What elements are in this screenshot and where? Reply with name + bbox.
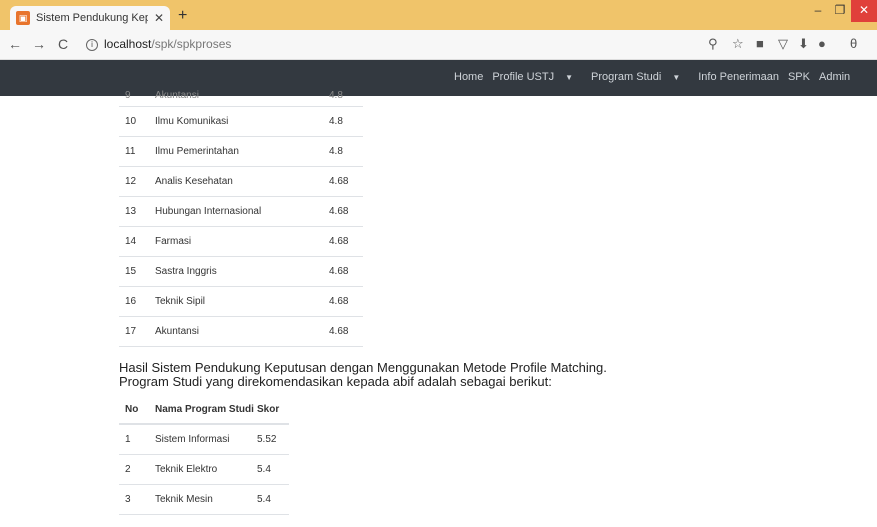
table-row: 9 Akuntansi 4.8	[119, 86, 363, 107]
tab-title: Sistem Pendukung Keputusan Pr	[36, 12, 148, 24]
new-tab-icon[interactable]: +	[178, 7, 187, 25]
cell-no: 12	[119, 166, 155, 197]
result-heading: Hasil Sistem Pendukung Keputusan dengan …	[119, 361, 607, 389]
table-row: 13 Hubungan Internasional 4.68	[119, 196, 363, 227]
nav-admin[interactable]: Admin	[819, 71, 850, 83]
cell-score: 4.68	[329, 196, 363, 227]
address-bar[interactable]: i localhost/spk/spkproses	[86, 37, 231, 51]
ranking-table: 9 Akuntansi 4.8 10 Ilmu Komunikasi 4.8 1…	[119, 86, 363, 347]
cell-score: 4.68	[329, 166, 363, 197]
cell-no: 2	[119, 454, 155, 485]
table-row: 12 Analis Kesehatan 4.68	[119, 166, 363, 197]
browser-tabstrip: ▣ Sistem Pendukung Keputusan Pr ✕ + – ❐ …	[0, 0, 877, 30]
shield-extension-icon[interactable]: ▽	[778, 36, 788, 52]
table-row: 1 Sistem Informasi 5.52	[119, 424, 289, 455]
cell-score: 4.68	[329, 316, 363, 347]
table-row: 11 Ilmu Pemerintahan 4.8	[119, 136, 363, 167]
window-close-icon[interactable]: ✕	[851, 0, 877, 22]
cell-name: Hubungan Internasional	[155, 196, 329, 227]
reload-icon[interactable]: C	[58, 36, 68, 52]
cell-no: 3	[119, 484, 155, 515]
cell-name: Farmasi	[155, 226, 329, 257]
site-favicon-icon: ▣	[16, 11, 30, 25]
nav-spk[interactable]: SPK	[788, 71, 810, 83]
cell-no: 14	[119, 226, 155, 257]
cell-score: 4.68	[329, 256, 363, 287]
url-host: localhost	[104, 37, 152, 51]
extension-icon[interactable]: ■	[756, 36, 764, 51]
caret-down-icon: ▼	[672, 73, 681, 82]
forward-icon[interactable]: →	[32, 36, 46, 52]
url-path: /spk/spkproses	[151, 37, 232, 51]
header-score: Skor	[257, 396, 289, 425]
nav-links: Home Profile USTJ ▼ Program Studi ▼ Info P…	[454, 71, 859, 83]
table-row: 10 Ilmu Komunikasi 4.8	[119, 106, 363, 137]
cell-name: Sistem Informasi	[155, 424, 257, 455]
tab-close-icon[interactable]: ✕	[154, 11, 164, 25]
cell-no: 9	[119, 86, 155, 107]
cell-name: Teknik Sipil	[155, 286, 329, 317]
nav-program-label: Program Studi	[591, 71, 662, 83]
download-icon[interactable]: ⬇	[798, 36, 809, 52]
table-row: 17 Akuntansi 4.68	[119, 316, 363, 347]
cell-no: 17	[119, 316, 155, 347]
cell-score: 4.68	[329, 226, 363, 257]
header-name: Nama Program Studi	[155, 396, 257, 425]
window-controls: – ❐ ✕	[807, 0, 877, 22]
result-line-2: Program Studi yang direkomendasikan kepa…	[119, 374, 552, 389]
cell-no: 16	[119, 286, 155, 317]
back-icon[interactable]: ←	[8, 36, 22, 52]
profile-icon[interactable]: θ	[850, 36, 857, 51]
cell-score: 5.52	[257, 424, 289, 455]
nav-profile-ustj[interactable]: Profile USTJ ▼	[492, 71, 582, 83]
header-no: No	[119, 396, 155, 425]
table-row: 2 Teknik Elektro 5.4	[119, 454, 289, 485]
browser-toolbar: ← → C i localhost/spk/spkproses ⚲ ☆ ■ ▽ ⬇…	[0, 30, 877, 60]
cell-no: 15	[119, 256, 155, 287]
cell-name: Ilmu Pemerintahan	[155, 136, 329, 167]
table-row: 3 Teknik Mesin 5.4	[119, 484, 289, 515]
cell-name: Akuntansi	[155, 316, 329, 347]
cell-score: 4.8	[329, 136, 363, 167]
cell-score: 5.4	[257, 484, 289, 515]
table-row: 15 Sastra Inggris 4.68	[119, 256, 363, 287]
cell-score: 4.68	[329, 286, 363, 317]
cell-no: 10	[119, 106, 155, 137]
cell-score: 5.4	[257, 454, 289, 485]
cell-score: 4.8	[329, 86, 363, 107]
cell-no: 1	[119, 424, 155, 455]
site-info-icon[interactable]: i	[86, 38, 98, 51]
cell-no: 11	[119, 136, 155, 167]
table-row: 16 Teknik Sipil 4.68	[119, 286, 363, 317]
restore-icon[interactable]: ❐	[829, 0, 851, 22]
nav-program-studi[interactable]: Program Studi ▼	[591, 71, 689, 83]
table-header-row: No Nama Program Studi Skor	[119, 396, 289, 425]
minimize-icon[interactable]: –	[807, 0, 829, 22]
cell-name: Ilmu Komunikasi	[155, 106, 329, 137]
cell-name: Akuntansi	[155, 86, 329, 107]
table-row: 14 Farmasi 4.68	[119, 226, 363, 257]
cell-name: Teknik Elektro	[155, 454, 257, 485]
nav-home[interactable]: Home	[454, 71, 483, 83]
browser-tab[interactable]: ▣ Sistem Pendukung Keputusan Pr ✕	[10, 6, 170, 30]
globe-extension-icon[interactable]: ●	[818, 36, 826, 51]
caret-down-icon: ▼	[565, 73, 574, 82]
cell-score: 4.8	[329, 106, 363, 137]
recommendation-table: No Nama Program Studi Skor 1 Sistem Info…	[119, 396, 289, 515]
bookmark-star-icon[interactable]: ☆	[732, 36, 744, 52]
nav-profile-label: Profile USTJ	[492, 71, 555, 83]
cell-name: Sastra Inggris	[155, 256, 329, 287]
nav-info-penerimaan[interactable]: Info Penerimaan	[698, 71, 779, 83]
cell-name: Analis Kesehatan	[155, 166, 329, 197]
zoom-icon[interactable]: ⚲	[708, 36, 718, 52]
cell-name: Teknik Mesin	[155, 484, 257, 515]
cell-no: 13	[119, 196, 155, 227]
result-line-1: Hasil Sistem Pendukung Keputusan dengan …	[119, 360, 607, 375]
